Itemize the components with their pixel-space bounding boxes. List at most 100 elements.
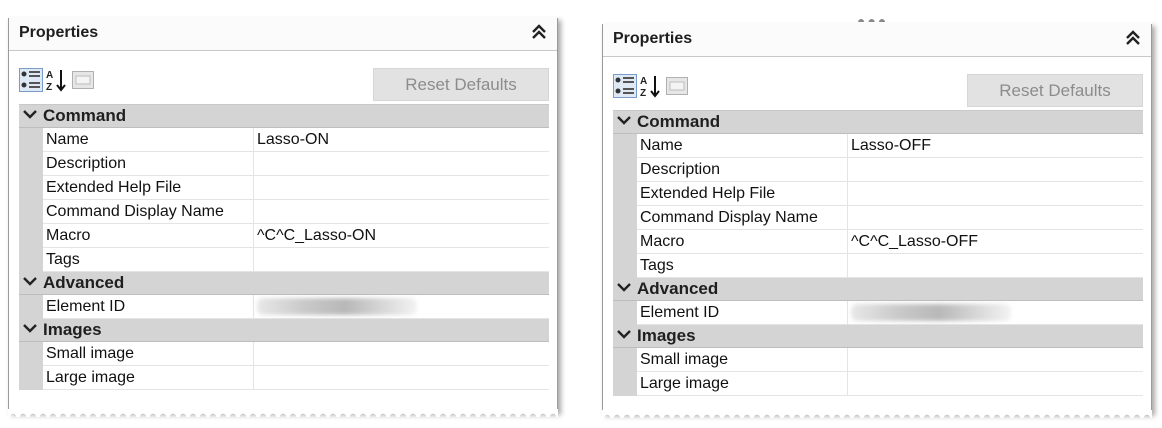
- property-value[interactable]: [255, 200, 549, 223]
- property-row[interactable]: Description: [19, 152, 549, 176]
- property-row[interactable]: Small image: [613, 348, 1143, 372]
- property-value[interactable]: [849, 158, 1143, 181]
- property-name: Command Display Name: [43, 200, 254, 223]
- row-gutter: [613, 372, 637, 396]
- properties-toolbar: A Z Reset Defaults: [9, 51, 557, 103]
- row-gutter: [613, 301, 637, 325]
- property-row[interactable]: Tags: [613, 254, 1143, 278]
- reset-defaults-button[interactable]: Reset Defaults: [373, 68, 549, 101]
- property-row[interactable]: Large image: [19, 366, 549, 390]
- row-gutter: [19, 224, 43, 248]
- category-advanced[interactable]: Advanced: [19, 272, 549, 295]
- panel-title: Properties: [613, 30, 693, 47]
- chevron-down-icon[interactable]: [23, 107, 43, 125]
- property-name: Name: [637, 134, 848, 157]
- category-command[interactable]: Command: [19, 105, 549, 128]
- property-pages-icon[interactable]: [665, 74, 689, 98]
- property-value[interactable]: [255, 366, 549, 389]
- property-name: Extended Help File: [637, 182, 848, 205]
- sort-alphabetical-icon[interactable]: A Z: [639, 74, 663, 99]
- property-value[interactable]: [255, 248, 549, 271]
- property-row[interactable]: Large image: [613, 372, 1143, 396]
- category-label: Advanced: [637, 279, 719, 298]
- property-row[interactable]: Element ID: [613, 301, 1143, 325]
- property-name: Extended Help File: [43, 176, 254, 199]
- property-value[interactable]: ^C^C_Lasso-OFF: [849, 230, 1143, 253]
- property-row[interactable]: Extended Help File: [613, 182, 1143, 206]
- properties-toolbar: A Z Reset Defaults: [603, 57, 1151, 109]
- chevron-down-icon[interactable]: [23, 321, 43, 339]
- property-row[interactable]: Description: [613, 158, 1143, 182]
- property-value[interactable]: [255, 295, 549, 318]
- categorized-icon[interactable]: [613, 74, 637, 98]
- property-value[interactable]: [255, 176, 549, 199]
- property-name: Command Display Name: [637, 206, 848, 229]
- row-gutter: [19, 200, 43, 224]
- double-chevron-up-icon[interactable]: [1123, 29, 1143, 49]
- chevron-down-icon[interactable]: [617, 327, 637, 345]
- svg-text:A: A: [46, 70, 53, 81]
- property-name: Tags: [637, 254, 848, 277]
- property-row[interactable]: Macro ^C^C_Lasso-OFF: [613, 230, 1143, 254]
- property-value[interactable]: [849, 301, 1143, 324]
- property-row[interactable]: Macro ^C^C_Lasso-ON: [19, 224, 549, 248]
- category-label: Advanced: [43, 273, 125, 292]
- property-name: Element ID: [637, 301, 848, 324]
- row-gutter: [613, 134, 637, 158]
- property-row[interactable]: Extended Help File: [19, 176, 549, 200]
- chevron-down-icon[interactable]: [617, 280, 637, 298]
- property-row[interactable]: Tags: [19, 248, 549, 272]
- property-name: Description: [637, 158, 848, 181]
- property-row[interactable]: Command Display Name: [19, 200, 549, 224]
- category-images[interactable]: Images: [613, 325, 1143, 348]
- property-name: Small image: [43, 342, 254, 365]
- svg-text:A: A: [640, 76, 647, 87]
- property-value[interactable]: Lasso-ON: [255, 128, 549, 151]
- property-row[interactable]: Small image: [19, 342, 549, 366]
- redacted-value: [257, 298, 417, 315]
- category-command[interactable]: Command: [613, 111, 1143, 134]
- category-advanced[interactable]: Advanced: [613, 278, 1143, 301]
- property-name: Macro: [43, 224, 254, 247]
- properties-panel-right: ●●● Properties A Z Reset Defaults Comman…: [602, 13, 1152, 418]
- property-name: Macro: [637, 230, 848, 253]
- category-label: Command: [637, 112, 721, 131]
- sort-alphabetical-icon[interactable]: A Z: [45, 68, 69, 93]
- panel-title: Properties: [19, 24, 99, 41]
- row-gutter: [19, 152, 43, 176]
- row-gutter: [613, 348, 637, 372]
- panel-header: Properties: [603, 22, 1151, 57]
- row-gutter: [613, 158, 637, 182]
- chevron-down-icon[interactable]: [23, 274, 43, 292]
- row-gutter: [19, 176, 43, 200]
- row-gutter: [613, 206, 637, 230]
- property-value[interactable]: [849, 206, 1143, 229]
- property-name: Tags: [43, 248, 254, 271]
- reset-defaults-button[interactable]: Reset Defaults: [967, 74, 1143, 107]
- property-value[interactable]: [255, 152, 549, 175]
- row-gutter: [613, 230, 637, 254]
- property-value[interactable]: [849, 372, 1143, 395]
- category-images[interactable]: Images: [19, 319, 549, 342]
- categorized-icon[interactable]: [19, 68, 43, 92]
- torn-edge-bottom: [8, 409, 558, 417]
- property-row[interactable]: Name Lasso-OFF: [613, 134, 1143, 158]
- property-value[interactable]: ^C^C_Lasso-ON: [255, 224, 549, 247]
- property-name: Small image: [637, 348, 848, 371]
- row-gutter: [19, 366, 43, 390]
- property-grid: Command Name Lasso-OFF Description Extended …: [613, 110, 1143, 396]
- category-label: Command: [43, 106, 127, 125]
- chevron-down-icon[interactable]: [617, 113, 637, 131]
- property-value[interactable]: [849, 348, 1143, 371]
- torn-edge-bottom: [602, 410, 1152, 418]
- property-pages-icon[interactable]: [71, 68, 95, 92]
- property-value[interactable]: [849, 182, 1143, 205]
- property-row[interactable]: Name Lasso-ON: [19, 128, 549, 152]
- property-name: Name: [43, 128, 254, 151]
- property-row[interactable]: Element ID: [19, 295, 549, 319]
- property-value[interactable]: [255, 342, 549, 365]
- property-value[interactable]: [849, 254, 1143, 277]
- property-row[interactable]: Command Display Name: [613, 206, 1143, 230]
- double-chevron-up-icon[interactable]: [529, 23, 549, 43]
- property-value[interactable]: Lasso-OFF: [849, 134, 1143, 157]
